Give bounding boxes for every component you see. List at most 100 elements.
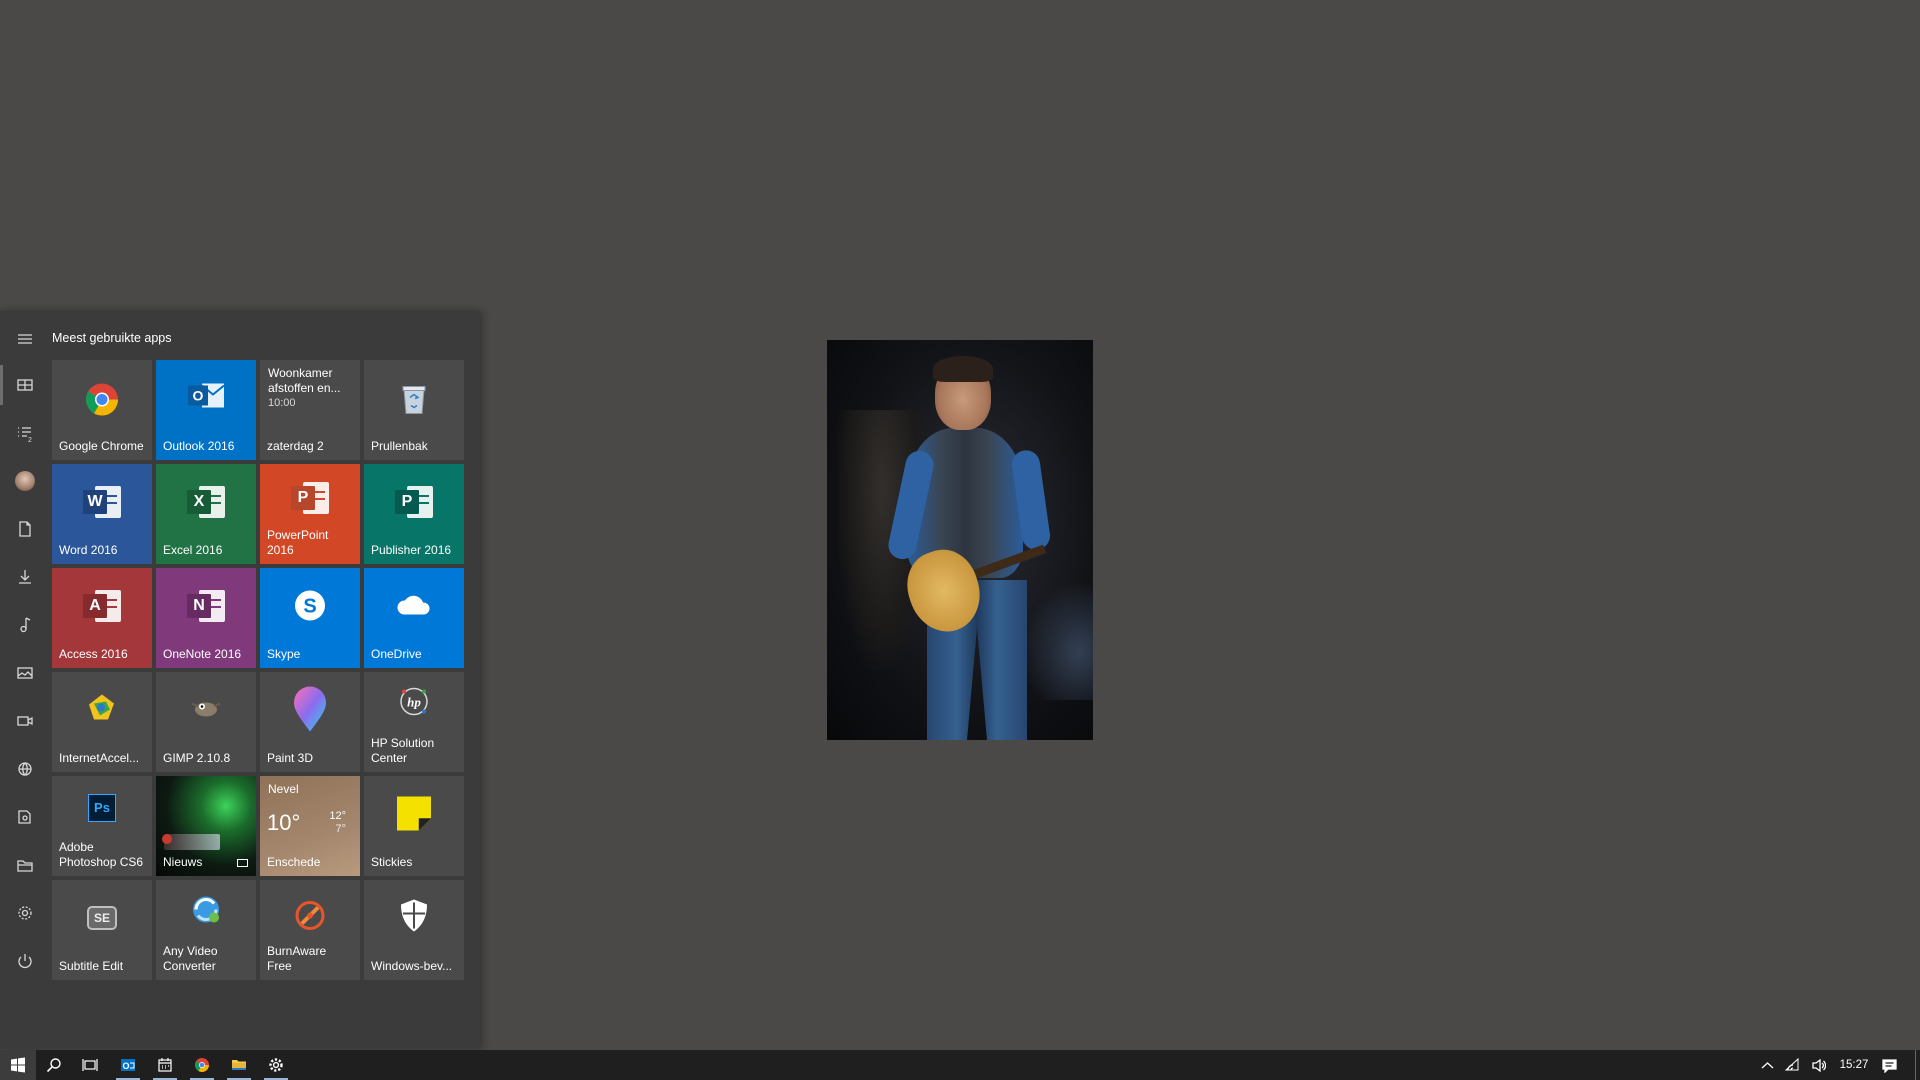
show-desktop-button[interactable]: [1915, 1050, 1916, 1080]
tile-gimp[interactable]: GIMP 2.10.8: [156, 672, 256, 772]
documents-icon[interactable]: [0, 509, 49, 549]
tile-excel-2016[interactable]: X Excel 2016: [156, 464, 256, 564]
performer-hair: [933, 356, 993, 382]
tile-label: BurnAware Free: [267, 944, 327, 973]
tile-burnaware-free[interactable]: BurnAware Free: [260, 880, 360, 980]
svg-text:S: S: [303, 596, 316, 618]
excel-icon: X: [187, 483, 225, 521]
app-list-icon[interactable]: 2: [0, 414, 49, 454]
taskbar-file-explorer[interactable]: [221, 1050, 257, 1080]
speaker-icon: [1811, 1058, 1826, 1072]
action-center-button[interactable]: [1874, 1050, 1904, 1080]
pictures-icon[interactable]: [0, 653, 49, 693]
volume-control[interactable]: [1806, 1050, 1830, 1080]
tile-calendar[interactable]: Woonkamer afstoffen en... 10:00 zaterdag…: [260, 360, 360, 460]
task-view-button[interactable]: [72, 1050, 108, 1080]
tile-paint-3d[interactable]: Paint 3D: [260, 672, 360, 772]
svg-text:hp: hp: [407, 695, 421, 710]
videos-icon[interactable]: [0, 701, 49, 741]
show-hidden-icons-button[interactable]: [1756, 1050, 1778, 1080]
tile-recycle-bin[interactable]: Prullenbak: [364, 360, 464, 460]
tiles-view-icon[interactable]: [0, 365, 49, 405]
tile-internetaccel[interactable]: InternetAccel...: [52, 672, 152, 772]
tile-label: Google Chrome: [59, 439, 144, 453]
calendar-day: zaterdag 2: [267, 439, 324, 453]
tile-label: Outlook 2016: [163, 439, 235, 453]
tile-label: InternetAccel...: [59, 751, 140, 765]
tile-subtitle-edit[interactable]: SE Subtitle Edit: [52, 880, 152, 980]
tile-label: Paint 3D: [267, 751, 314, 765]
weather-condition: Nevel: [268, 782, 299, 796]
tile-label: Prullenbak: [371, 439, 428, 453]
tile-label: OneDrive: [371, 647, 422, 661]
taskbar-outlook[interactable]: O: [110, 1050, 146, 1080]
onedrive-icon: [394, 593, 434, 624]
clock[interactable]: 15:27: [1834, 1050, 1874, 1080]
weather-low: 7°: [335, 823, 346, 835]
downloads-icon[interactable]: [0, 557, 49, 597]
windows-logo-icon: [11, 1057, 25, 1073]
any-video-converter-icon: [190, 894, 222, 931]
powerpoint-icon: P: [291, 479, 329, 517]
tile-onedrive[interactable]: OneDrive: [364, 568, 464, 668]
tile-hp-solution-center[interactable]: hp HP Solution Center: [364, 672, 464, 772]
outlook-icon: O: [121, 1059, 135, 1071]
power-icon[interactable]: [0, 941, 49, 981]
burnaware-icon: [293, 899, 327, 938]
taskbar-chrome[interactable]: [184, 1050, 220, 1080]
shield-icon: [399, 899, 429, 938]
tile-skype[interactable]: S Skype: [260, 568, 360, 668]
network-status[interactable]: [1780, 1050, 1804, 1080]
music-icon[interactable]: [0, 605, 49, 645]
start-button[interactable]: [0, 1050, 36, 1080]
tile-label: Skype: [267, 647, 301, 661]
photoshop-icon: Ps: [88, 794, 116, 822]
tile-word-2016[interactable]: W Word 2016: [52, 464, 152, 564]
weather-temperature: 10°: [267, 810, 301, 835]
tile-powerpoint-2016[interactable]: P PowerPoint 2016: [260, 464, 360, 564]
tile-windows-defender[interactable]: Windows-bev...: [364, 880, 464, 980]
gear-icon: [269, 1058, 283, 1072]
taskbar-calendar[interactable]: [147, 1050, 183, 1080]
outlook-icon: O: [186, 380, 226, 417]
tile-publisher-2016[interactable]: P Publisher 2016: [364, 464, 464, 564]
tile-label: Windows-bev...: [371, 959, 453, 973]
tile-label: Word 2016: [59, 543, 118, 557]
tile-any-video-converter[interactable]: Any Video Converter: [156, 880, 256, 980]
search-icon: [46, 1058, 61, 1073]
tile-adobe-photoshop-cs6[interactable]: Ps Adobe Photoshop CS6: [52, 776, 152, 876]
tile-stickies[interactable]: Stickies: [364, 776, 464, 876]
search-button[interactable]: [36, 1050, 72, 1080]
tile-label: Publisher 2016: [371, 543, 452, 557]
tile-weather[interactable]: Nevel 10° 12° 7° Enschede: [260, 776, 360, 876]
tile-label: Access 2016: [59, 647, 128, 661]
folder-icon: [232, 1060, 246, 1070]
tile-label: Subtitle Edit: [59, 959, 124, 973]
onenote-icon: N: [187, 587, 225, 625]
subtitle-edit-icon: SE: [87, 906, 117, 930]
skype-icon: S: [292, 588, 328, 629]
tile-google-chrome[interactable]: Google Chrome: [52, 360, 152, 460]
tile-outlook-2016[interactable]: O Outlook 2016: [156, 360, 256, 460]
tile-label: Any Video Converter: [163, 944, 218, 973]
tile-nieuws[interactable]: Nieuws: [156, 776, 256, 876]
stage-light: [1023, 580, 1093, 700]
hp-icon: hp: [398, 686, 430, 723]
tile-label: PowerPoint 2016: [267, 528, 329, 557]
taskbar-settings[interactable]: [258, 1050, 294, 1080]
file-explorer-icon[interactable]: [0, 845, 49, 885]
group-title: Meest gebruikte apps: [52, 331, 172, 345]
access-icon: A: [83, 587, 121, 625]
personal-folder-icon[interactable]: [0, 797, 49, 837]
tile-label: Nieuws: [163, 855, 203, 869]
tile-access-2016[interactable]: A Access 2016: [52, 568, 152, 668]
wifi-icon: [1784, 1057, 1798, 1070]
hamburger-menu-icon[interactable]: [0, 319, 49, 359]
news-image-light: [162, 834, 172, 844]
settings-icon[interactable]: [0, 893, 49, 933]
tile-onenote-2016[interactable]: N OneNote 2016: [156, 568, 256, 668]
network-icon[interactable]: [0, 749, 49, 789]
concert-photo: [827, 340, 1093, 740]
notification-icon: [1881, 1058, 1897, 1073]
user-avatar[interactable]: [0, 461, 49, 501]
